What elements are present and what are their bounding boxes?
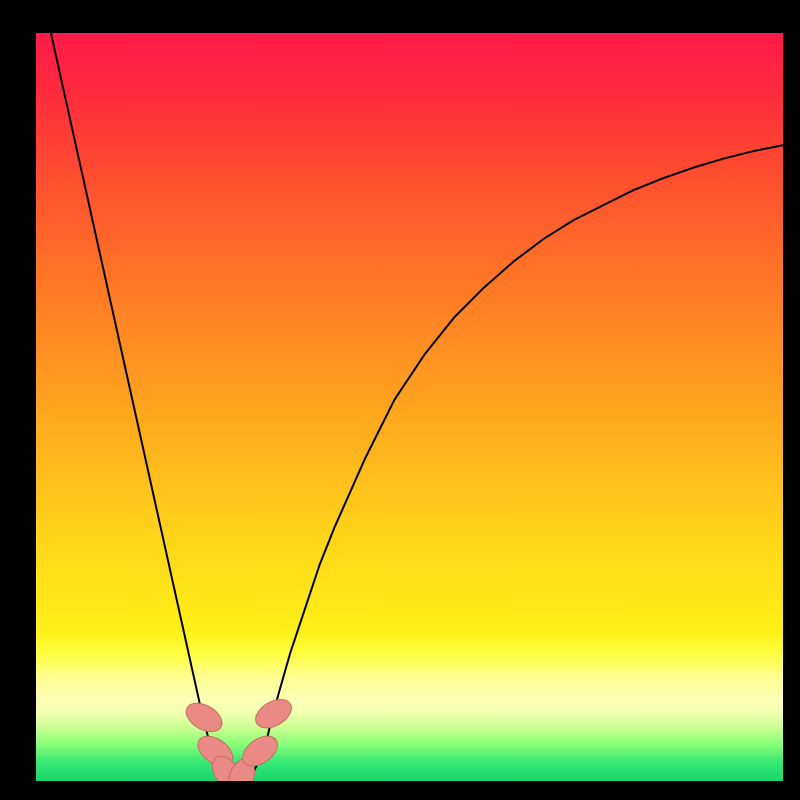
plot-area [36, 33, 783, 781]
chart-outer-frame: TheBottleneck.com [0, 0, 800, 800]
plot-black-border [0, 0, 800, 800]
chart-svg [36, 33, 783, 781]
gradient-background [36, 33, 783, 781]
